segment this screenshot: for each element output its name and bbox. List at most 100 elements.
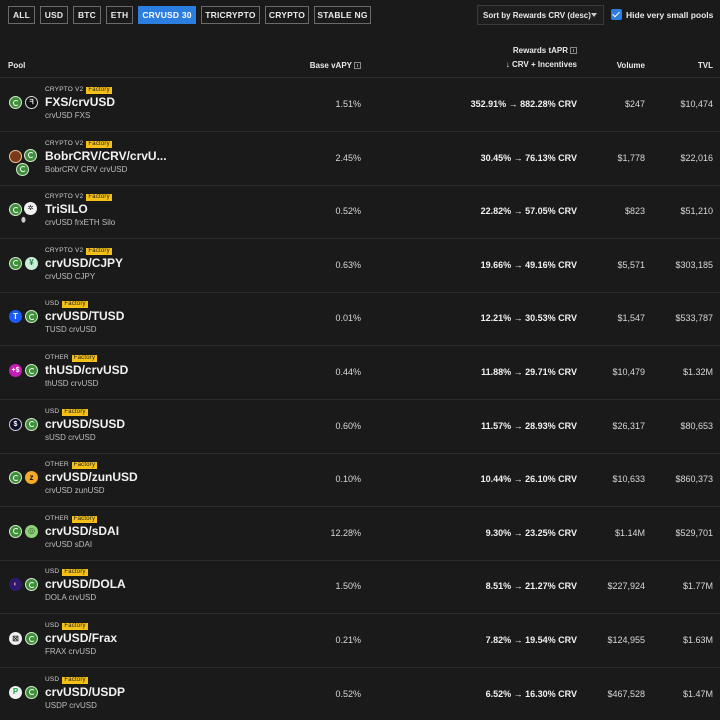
filter-usd-button[interactable]: USD [40,6,68,24]
hide-small-pools-checkbox[interactable] [611,9,622,20]
pool-category-label: USD [45,407,60,415]
pool-row[interactable]: ◐ USD Factory crvUSD/DOLA DOLA crvUSD 1.50% 8.… [0,560,720,615]
pool-coins: crvUSD sDAI [45,539,93,549]
pool-row[interactable]: ᖷ CRYPTO V2 Factory FXS/crvUSD crvUSD FXS 1.5… [0,78,720,132]
susd-icon: $ [9,417,22,431]
pool-name: FXS/crvUSD [45,95,116,109]
tvl-value: $1.63M [682,635,713,645]
filter-tricrypto-button[interactable]: TRICRYPTO [201,6,260,24]
column-header-rewards-title[interactable]: Rewards tAPR [513,46,577,55]
pool-name: crvUSD/Frax [45,631,118,645]
pool-row[interactable]: +$ OTHER Factory thUSD/crvUSD thUSD crvUSD 0.… [0,346,720,400]
rewards-value: 7.82% → 19.54% CRV [485,635,577,645]
pool-row[interactable]: ⊠ USD Factory crvUSD/Frax FRAX crvUSD 0.21% 7.… [0,614,720,668]
volume-value: $467,528 [607,688,645,699]
crvusd-icon [25,364,38,377]
pool-category-label: CRYPTO V2 [45,193,84,201]
factory-badge: Factory [62,676,88,684]
pool-category: USD Factory [45,300,88,309]
zunusd-icon: z [25,471,38,485]
column-header-rewards-sort[interactable]: ↓ CRV + Incentives [506,60,577,69]
filter-all-button[interactable]: ALL [8,6,35,24]
rewards-value: 352.91% → 882.28% CRV [470,99,577,109]
pool-category: USD Factory [45,408,88,416]
info-icon[interactable] [570,47,577,54]
rewards-value: 22.82% → 57.05% CRV [480,206,577,217]
tvl-value: $1.47M [682,688,713,699]
chevron-down-icon [591,13,597,17]
pool-coins: crvUSD FXS [45,111,91,120]
filter-eth-button[interactable]: ETH [106,6,133,24]
base-vapy-value: 0.21% [335,635,361,645]
pool-category-label: OTHER [45,461,69,469]
info-icon[interactable] [354,62,361,69]
column-header-volume[interactable]: Volume [617,61,645,70]
pool-category: OTHER Factory [45,514,98,523]
pool-row[interactable]: P USD Factory crvUSD/USDP USDP crvUSD 0.52% 6.… [0,668,720,720]
factory-badge: Factory [62,408,88,416]
pool-category: CRYPTO V2 Factory [45,140,112,148]
crvusd-icon [9,96,22,109]
dola-icon: ◐ [9,578,22,592]
tvl-value: $51,210 [680,206,713,217]
volume-value: $26,317 [612,420,645,431]
pool-coins: sUSD crvUSD [45,432,96,442]
pool-row[interactable]: CRYPTO V2 Factory BobrCRV/CRV/crvU... BobrC… [0,132,720,186]
filter-stable-ng-button[interactable]: STABLE NG [314,6,371,24]
hide-small-pools-label[interactable]: Hide very small pools [626,10,713,20]
pool-row[interactable]: ¥ CRYPTO V2 Factory crvUSD/CJPY crvUSD CJPY 0… [0,239,720,293]
tvl-value: $529,701 [675,527,713,538]
column-header-base-vapy[interactable]: Base vAPY [310,61,361,70]
base-vapy-value: 0.63% [335,259,361,270]
crvusd-icon [25,632,38,645]
filter-crvusd-button[interactable]: CRVUSD 30 [138,6,196,24]
pool-category: USD Factory [45,622,88,630]
factory-badge: Factory [71,355,98,362]
rewards-value: 10.44% → 26.10% CRV [480,474,577,485]
base-vapy-label: Base vAPY [309,61,352,70]
pool-row[interactable]: ✲ ⬮ CRYPTO V2 Factory TriSILO crvUSD frxETH S… [0,185,720,240]
volume-value: $5,571 [617,259,645,270]
rewards-value: 30.45% → 76.13% CRV [480,152,577,163]
base-vapy-value: 2.45% [335,152,361,163]
volume-value: $10,479 [612,367,645,377]
pool-name: BobrCRV/CRV/crvU... [45,148,167,163]
pool-name: crvUSD/TUSD [45,309,125,324]
frxeth-icon: ⬮ [21,217,26,225]
usdp-icon: P [9,685,22,699]
pool-category-label: OTHER [45,354,69,361]
filter-btc-button[interactable]: BTC [73,6,101,24]
pool-row[interactable]: ◎ OTHER Factory crvUSD/sDAI crvUSD sDAI 12.28… [0,507,720,561]
volume-value: $227,924 [607,581,645,592]
crvusd-icon [25,417,38,431]
factory-badge: Factory [62,569,88,577]
rewards-title-label: Rewards tAPR [512,46,568,55]
filter-crypto-button[interactable]: CRYPTO [265,6,309,24]
base-vapy-value: 0.44% [335,367,361,377]
pool-category-label: USD [45,568,60,576]
column-header-tvl[interactable]: TVL [698,61,713,70]
sdai-icon: ◎ [25,524,38,538]
base-vapy-value: 0.52% [335,206,361,217]
tvl-value: $80,653 [680,420,713,431]
pool-row[interactable]: $ USD Factory crvUSD/SUSD sUSD crvUSD 0.60% 11… [0,400,720,454]
pool-coins: thUSD crvUSD [45,379,99,388]
column-header-pool[interactable]: Pool [8,61,25,70]
pool-row[interactable]: T USD Factory crvUSD/TUSD TUSD crvUSD 0.01% 12… [0,292,720,347]
factory-badge: Factory [62,623,88,630]
base-vapy-value: 1.51% [335,99,361,109]
tvl-value: $860,373 [675,474,713,485]
tvl-value: $1.32M [682,367,713,377]
pool-category: USD Factory [45,676,88,684]
sort-dropdown[interactable]: Sort by Rewards CRV (desc) [477,5,604,25]
pool-coins: USDP crvUSD [45,700,97,710]
factory-badge: Factory [86,87,112,94]
pool-name: TriSILO [45,202,88,217]
crvusd-icon [9,471,22,485]
pool-category-label: OTHER [45,514,69,522]
pool-name: crvUSD/SUSD [45,416,126,431]
pool-name: crvUSD/CJPY [45,255,124,270]
pool-name: thUSD/crvUSD [45,363,129,377]
pool-category: CRYPTO V2 Factory [45,86,112,94]
pool-row[interactable]: z OTHER Factory crvUSD/zunUSD crvUSD zunUSD 0… [0,453,720,508]
